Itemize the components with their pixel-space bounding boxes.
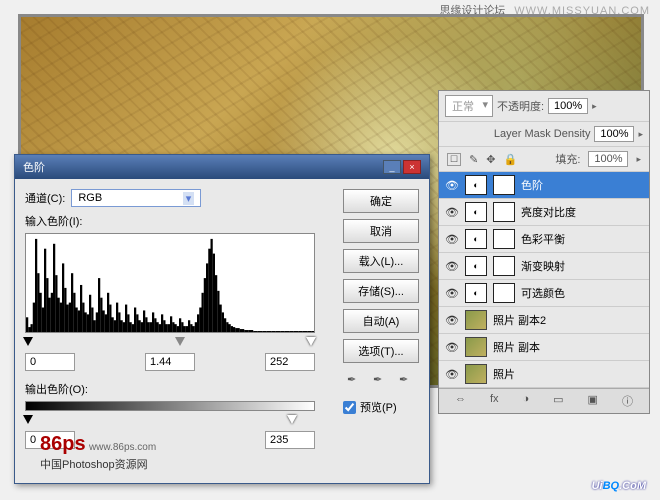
layer-row[interactable]: 👁 ◐ 色阶 [439, 172, 649, 199]
visibility-icon[interactable]: 👁 [445, 179, 459, 192]
layers-panel-bottom: ⇔ fx ◑ ▭ ▣ ⓘ [439, 388, 649, 413]
layer-row[interactable]: 👁 照片 副本2 [439, 307, 649, 334]
output-sliders[interactable] [25, 415, 315, 427]
dialog-titlebar[interactable]: 色阶 _ × [15, 155, 429, 179]
adjustment-thumb: ◐ [465, 202, 487, 222]
visibility-icon[interactable]: 👁 [445, 314, 459, 327]
options-button[interactable]: 选项(T)... [343, 339, 419, 363]
visibility-icon[interactable]: 👁 [445, 287, 459, 300]
layers-list: 👁 ◐ 色阶 👁 ◐ 亮度对比度 👁 ◐ 色彩平衡 👁 ◐ 渐变映射 👁 ◐ 可选颜色 👁 照片 副本2 👁 照片 … [439, 172, 649, 388]
channel-select[interactable]: RGB [71, 189, 201, 207]
mask-thumb [493, 256, 515, 276]
black-point-slider[interactable] [23, 337, 33, 346]
levels-dialog: 色阶 _ × 通道(C): RGB 输入色阶(I): 输出色阶(O) [14, 154, 430, 484]
layer-name: 色阶 [521, 177, 643, 193]
dialog-title: 色阶 [23, 159, 381, 175]
lock-pixels-icon[interactable]: ☐ [447, 153, 461, 166]
output-white-field[interactable] [265, 431, 315, 449]
mask-density-value[interactable]: 100% [594, 126, 634, 142]
layer-name: 亮度对比度 [521, 204, 643, 220]
visibility-icon[interactable]: 👁 [445, 206, 459, 219]
layer-row[interactable]: 👁 ◐ 亮度对比度 [439, 199, 649, 226]
ok-button[interactable]: 确定 [343, 189, 419, 213]
output-black-field[interactable] [25, 431, 75, 449]
visibility-icon[interactable]: 👁 [445, 260, 459, 273]
gamma-slider[interactable] [175, 337, 185, 346]
layer-name: 照片 [493, 366, 643, 382]
output-white-slider[interactable] [287, 415, 297, 424]
group-icon[interactable]: ▣ [588, 393, 598, 409]
fill-value[interactable]: 100% [588, 151, 628, 167]
preview-label: 预览(P) [360, 399, 397, 415]
opacity-value[interactable]: 100% [548, 98, 588, 114]
lock-row: ☐ ✎ ✥ 🔒 填充: 100% ▸ [439, 147, 649, 172]
input-gamma-field[interactable] [145, 353, 195, 371]
layer-row[interactable]: 👁 照片 [439, 361, 649, 388]
output-levels-label: 输出色阶(O): [25, 381, 333, 397]
layer-row[interactable]: 👁 ◐ 渐变映射 [439, 253, 649, 280]
layer-row[interactable]: 👁 ◐ 可选颜色 [439, 280, 649, 307]
load-button[interactable]: 载入(L)... [343, 249, 419, 273]
output-gradient [25, 401, 315, 411]
minimize-icon[interactable]: _ [383, 160, 401, 174]
mask-thumb [493, 229, 515, 249]
mask-thumb [493, 175, 515, 195]
layer-name: 色彩平衡 [521, 231, 643, 247]
visibility-icon[interactable]: 👁 [445, 233, 459, 246]
mask-density-arrow-icon[interactable]: ▸ [638, 129, 643, 140]
white-point-slider[interactable] [306, 337, 316, 346]
adjustment-thumb: ◐ [465, 256, 487, 276]
image-thumb [465, 310, 487, 330]
link-layers-icon[interactable]: ⇔ [455, 393, 466, 409]
mask-thumb [493, 202, 515, 222]
info-icon[interactable]: ⓘ [622, 393, 633, 409]
blend-mode-select[interactable]: 正常 [445, 95, 493, 117]
output-black-slider[interactable] [23, 415, 33, 424]
preview-checkbox-input[interactable] [343, 401, 356, 414]
adjustment-thumb: ◐ [465, 175, 487, 195]
input-sliders[interactable] [25, 337, 315, 349]
layers-panel: 正常 不透明度: 100% ▸ Layer Mask Density 100% … [438, 90, 650, 414]
visibility-icon[interactable]: 👁 [445, 341, 459, 354]
preview-checkbox[interactable]: 预览(P) [343, 399, 419, 415]
opacity-arrow-icon[interactable]: ▸ [592, 101, 597, 112]
layer-name: 照片 副本 [493, 339, 643, 355]
eyedropper-gray-icon[interactable]: ✒ [373, 373, 389, 389]
opacity-label: 不透明度: [497, 98, 544, 114]
layer-row[interactable]: 👁 ◐ 色彩平衡 [439, 226, 649, 253]
close-icon[interactable]: × [403, 160, 421, 174]
layer-name: 渐变映射 [521, 258, 643, 274]
adjustment-icon[interactable]: ▭ [553, 393, 563, 409]
mask-thumb [493, 283, 515, 303]
image-thumb [465, 364, 487, 384]
auto-button[interactable]: 自动(A) [343, 309, 419, 333]
lock-all-icon[interactable]: 🔒 [504, 153, 518, 166]
adjustment-thumb: ◐ [465, 229, 487, 249]
layer-name: 照片 副本2 [493, 312, 643, 328]
watermark-uibq: UiBQ.CoM [592, 476, 646, 494]
lock-paint-icon[interactable]: ✎ [469, 153, 478, 166]
adjustment-thumb: ◐ [465, 283, 487, 303]
histogram [25, 233, 315, 333]
cancel-button[interactable]: 取消 [343, 219, 419, 243]
fill-label: 填充: [555, 151, 580, 167]
image-thumb [465, 337, 487, 357]
eyedropper-white-icon[interactable]: ✒ [399, 373, 415, 389]
layer-row[interactable]: 👁 照片 副本 [439, 334, 649, 361]
fx-icon[interactable]: fx [490, 393, 499, 409]
lock-move-icon[interactable]: ✥ [486, 153, 495, 166]
save-button[interactable]: 存储(S)... [343, 279, 419, 303]
input-white-field[interactable] [265, 353, 315, 371]
channel-label: 通道(C): [25, 190, 65, 206]
eyedropper-black-icon[interactable]: ✒ [347, 373, 363, 389]
visibility-icon[interactable]: 👁 [445, 368, 459, 381]
mask-density-label: Layer Mask Density [445, 128, 590, 140]
layer-name: 可选颜色 [521, 285, 643, 301]
input-black-field[interactable] [25, 353, 75, 371]
fill-arrow-icon[interactable]: ▸ [636, 154, 641, 165]
mask-icon[interactable]: ◑ [523, 393, 530, 409]
input-levels-label: 输入色阶(I): [25, 213, 333, 229]
